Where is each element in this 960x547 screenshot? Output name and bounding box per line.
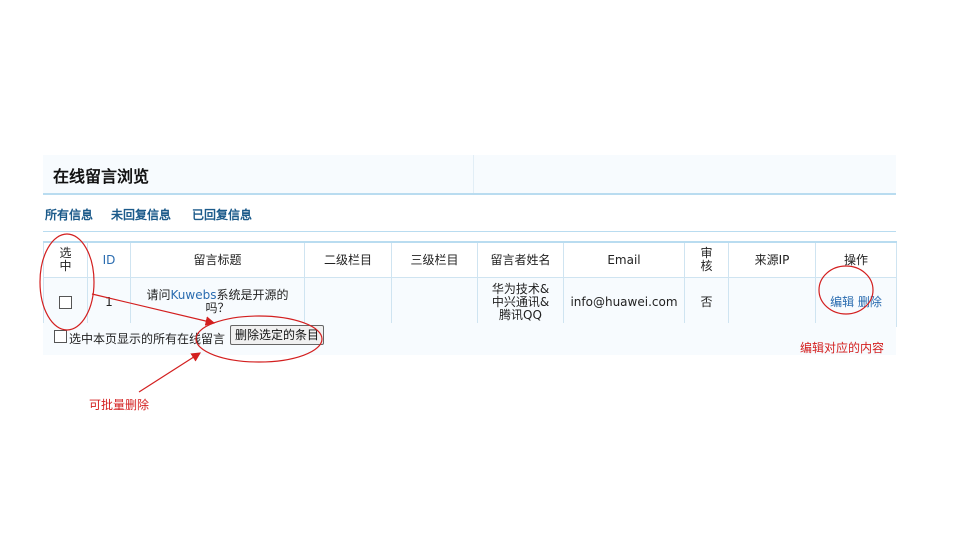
arrow-to-delete-button [91, 293, 216, 326]
arrow-batch-delete [138, 352, 202, 393]
delete-button-highlight [195, 315, 323, 363]
edit-content-annotation: 编辑对应的内容 [800, 341, 885, 355]
annotation-overlay [39, 233, 874, 393]
select-column-highlight [39, 233, 95, 331]
batch-delete-annotation: 可批量删除 [89, 398, 150, 412]
actions-highlight [818, 265, 874, 315]
